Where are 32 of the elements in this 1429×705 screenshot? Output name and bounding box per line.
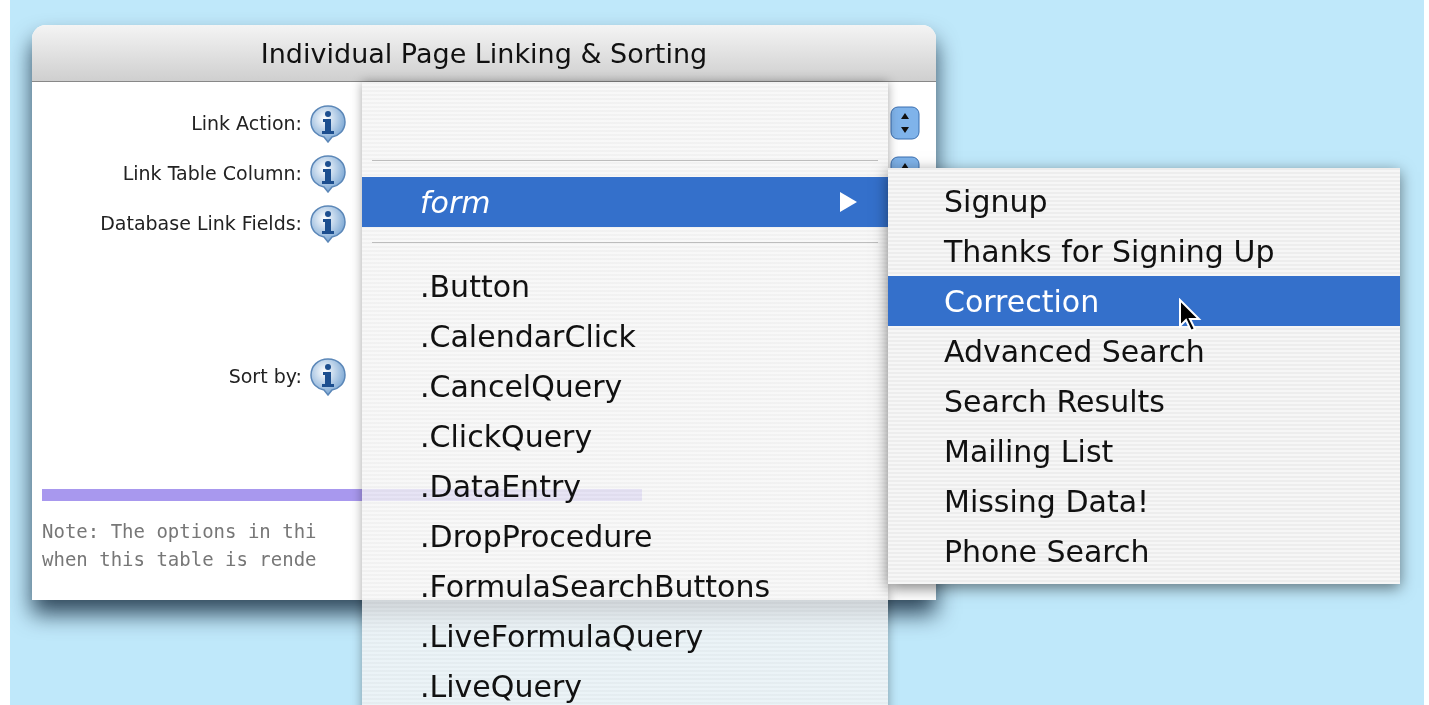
menu-item[interactable]: Mailing List: [888, 426, 1400, 476]
menu-item[interactable]: Thanks for Signing Up: [888, 226, 1400, 276]
submenu-arrow-icon: [838, 191, 858, 213]
mouse-pointer-icon: [1178, 298, 1202, 334]
menu-item[interactable]: Signup: [888, 176, 1400, 226]
menu-item[interactable]: Correction: [888, 276, 1400, 326]
note-text: when this table is rende: [42, 547, 317, 572]
info-icon[interactable]: [308, 153, 348, 193]
menu-item[interactable]: Missing Data!: [888, 476, 1400, 526]
field-label: Link Action:: [190, 112, 303, 134]
info-icon[interactable]: [308, 103, 348, 143]
menu-item[interactable]: .DataEntry: [362, 461, 888, 511]
menu-item[interactable]: .LiveQuery: [362, 661, 888, 705]
menu-item[interactable]: .CalendarClick: [362, 311, 888, 361]
field-label: Database Link Fields:: [99, 212, 303, 234]
menu-item[interactable]: form: [362, 177, 888, 227]
info-icon[interactable]: [308, 356, 348, 396]
menu-item[interactable]: .LiveFormulaQuery: [362, 611, 888, 661]
field-label: Link Table Column:: [121, 162, 303, 184]
menu-item[interactable]: .FormulaSearchButtons: [362, 561, 888, 611]
menu-item[interactable]: .CancelQuery: [362, 361, 888, 411]
note-text: Note: The options in thi: [42, 519, 317, 544]
menu-item[interactable]: Search Results: [888, 376, 1400, 426]
popup-arrows-icon[interactable]: [890, 106, 920, 140]
field-label: Sort by:: [227, 365, 303, 387]
info-icon[interactable]: [308, 203, 348, 243]
menu-item[interactable]: .DropProcedure: [362, 511, 888, 561]
menu-item[interactable]: Phone Search: [888, 526, 1400, 576]
window-title: Individual Page Linking & Sorting: [260, 37, 708, 69]
menu-item[interactable]: Advanced Search: [888, 326, 1400, 376]
menu-item[interactable]: .Button: [362, 261, 888, 311]
menu-item[interactable]: .ClickQuery: [362, 411, 888, 461]
